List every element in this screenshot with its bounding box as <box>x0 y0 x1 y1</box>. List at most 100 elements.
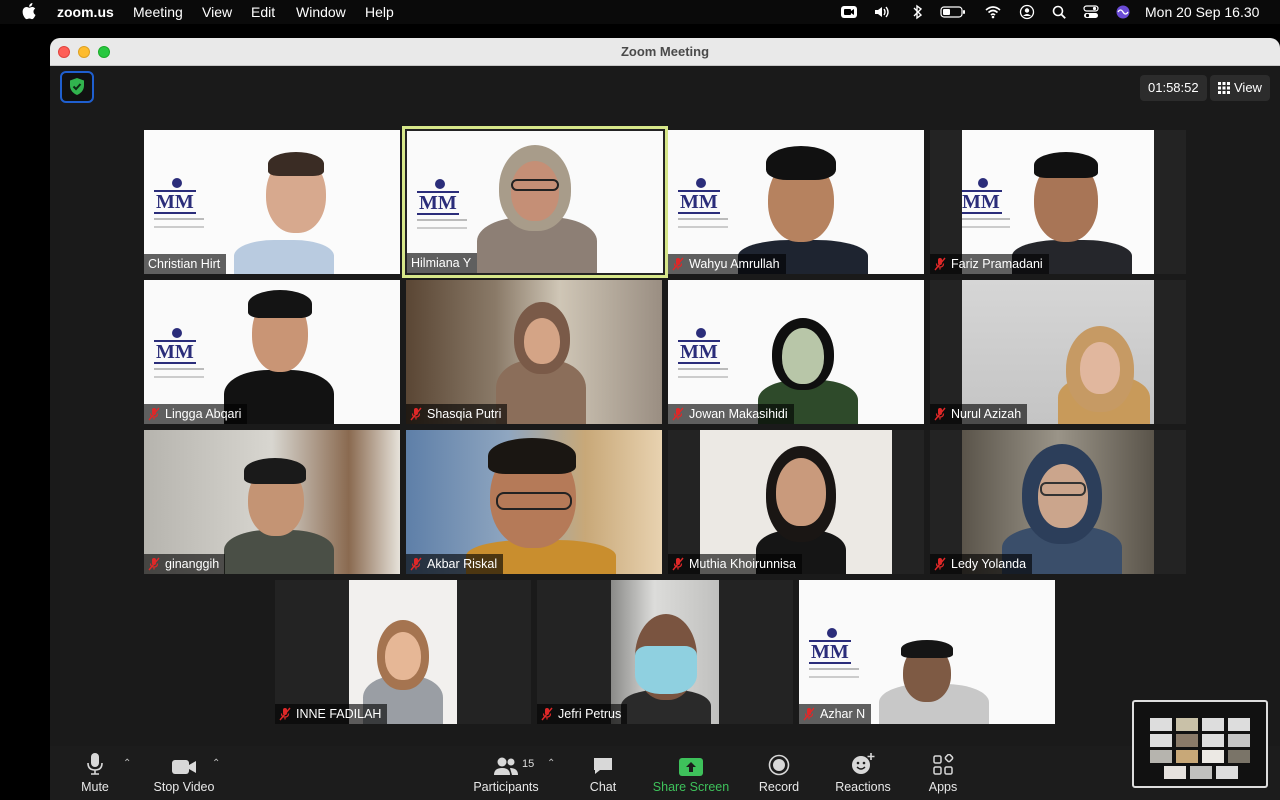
bluetooth-icon[interactable] <box>908 4 926 20</box>
video-tile-christian-hirt[interactable]: MM Christian Hirt <box>144 130 400 274</box>
audio-options-chevron-up-icon[interactable]: ⌃ <box>123 758 131 769</box>
record-label: Record <box>758 780 800 794</box>
mic-muted-icon <box>672 257 684 271</box>
participant-name-tag: Akbar Riskal <box>406 554 504 574</box>
video-tile-ginanggih[interactable]: ginanggih <box>144 430 400 574</box>
video-tile-jefri-petrus[interactable]: Jefri Petrus <box>537 580 793 724</box>
video-tile-azhar-n[interactable]: MM Azhar N <box>799 580 1055 724</box>
participant-name-tag: Christian Hirt <box>144 254 227 274</box>
mm-logo: MM <box>154 328 204 378</box>
apple-logo-icon[interactable] <box>22 2 36 20</box>
video-tile-lingga-abqari[interactable]: MM Lingga Abqari <box>144 280 400 424</box>
participant-name: Muthia Khoirunnisa <box>689 557 797 571</box>
menu-meeting[interactable]: Meeting <box>133 4 183 20</box>
volume-icon[interactable] <box>873 4 891 20</box>
participant-name: INNE FADILAH <box>296 707 382 721</box>
video-tile-wahyu-amrullah[interactable]: MM Wahyu Amrullah <box>668 130 924 274</box>
meeting-security-shield-icon[interactable] <box>60 71 94 103</box>
mute-button[interactable]: Mute <box>70 746 120 800</box>
record-icon <box>768 754 790 776</box>
control-center-icon[interactable] <box>1082 4 1100 20</box>
video-tile-fariz-pramadani[interactable]: MM Fariz Pramadani <box>930 130 1186 274</box>
video-tile-hilmiana-y[interactable]: MM Hilmiana Y <box>402 126 668 278</box>
mic-muted-icon <box>672 407 684 421</box>
video-tile-inne-fadilah[interactable]: INNE FADILAH <box>275 580 531 724</box>
video-tile-shasqia-putri[interactable]: Shasqia Putri <box>406 280 662 424</box>
participant-name-tag: Azhar N <box>799 704 872 724</box>
smiley-plus-icon <box>852 753 875 774</box>
menu-view[interactable]: View <box>202 4 232 20</box>
menu-help[interactable]: Help <box>365 4 394 20</box>
participant-name-tag: Hilmiana Y <box>407 253 478 273</box>
participant-name: Christian Hirt <box>148 257 221 271</box>
participant-name-tag: Jefri Petrus <box>537 704 628 724</box>
grid-view-icon <box>1218 82 1230 94</box>
siri-icon[interactable] <box>1114 4 1132 20</box>
share-screen-button[interactable]: Share Screen <box>650 746 732 800</box>
user-account-icon[interactable] <box>1018 4 1036 20</box>
wifi-icon[interactable] <box>984 4 1002 20</box>
share-screen-icon <box>679 758 703 776</box>
mm-logo: MM <box>154 178 204 228</box>
zoom-status-icon[interactable] <box>840 4 858 20</box>
participant-name-tag: Lingga Abqari <box>144 404 248 424</box>
zoom-meeting-window: Zoom Meeting 01:58:52 View MM Christian … <box>50 38 1280 800</box>
participant-name: Nurul Azizah <box>951 407 1022 421</box>
reactions-label: Reactions <box>835 780 891 794</box>
participant-name: Jowan Makasihidi <box>689 407 788 421</box>
window-titlebar[interactable]: Zoom Meeting <box>50 38 1280 66</box>
participant-name-tag: Wahyu Amrullah <box>668 254 786 274</box>
record-button[interactable]: Record <box>755 746 803 800</box>
mic-muted-icon <box>934 407 946 421</box>
participant-name: Hilmiana Y <box>411 256 472 270</box>
participant-name-tag: Fariz Pramadani <box>930 254 1049 274</box>
participants-label: Participants <box>473 780 539 794</box>
spotlight-search-icon[interactable] <box>1050 4 1068 20</box>
microphone-icon <box>87 753 103 775</box>
participants-icon <box>494 757 518 775</box>
apps-icon <box>933 754 954 775</box>
participant-name: ginanggih <box>165 557 220 571</box>
video-tile-ledy-yolanda[interactable]: Ledy Yolanda <box>930 430 1186 574</box>
participants-count: 15 <box>522 758 535 770</box>
view-button[interactable]: View <box>1210 75 1270 101</box>
menu-edit[interactable]: Edit <box>251 4 275 20</box>
mic-muted-icon <box>803 707 815 721</box>
mm-logo: MM <box>678 328 728 378</box>
participant-name: Fariz Pramadani <box>951 257 1043 271</box>
battery-icon[interactable] <box>940 4 966 20</box>
participant-name-tag: Ledy Yolanda <box>930 554 1033 574</box>
video-tile-akbar-riskal[interactable]: Akbar Riskal <box>406 430 662 574</box>
active-app-name[interactable]: zoom.us <box>57 4 114 20</box>
stop-video-button[interactable]: Stop Video <box>145 746 223 800</box>
reactions-button[interactable]: Reactions <box>830 746 896 800</box>
participant-name: Lingga Abqari <box>165 407 242 421</box>
apps-button[interactable]: Apps <box>922 746 964 800</box>
menubar-clock[interactable]: Mon 20 Sep 16.30 <box>1145 4 1259 20</box>
mm-logo: MM <box>809 628 859 678</box>
mic-muted-icon <box>148 407 160 421</box>
participants-options-chevron-up-icon[interactable]: ⌃ <box>547 758 555 769</box>
menu-window[interactable]: Window <box>296 4 346 20</box>
chat-bubble-icon <box>594 758 612 774</box>
video-options-chevron-up-icon[interactable]: ⌃ <box>212 758 220 769</box>
mic-muted-icon <box>934 557 946 571</box>
participant-name-tag: Nurul Azizah <box>930 404 1028 424</box>
video-gallery: 01:58:52 View MM Christian Hirt MM Hilmi… <box>50 66 1280 746</box>
participant-name-tag: INNE FADILAH <box>275 704 388 724</box>
video-tile-nurul-azizah[interactable]: Nurul Azizah <box>930 280 1186 424</box>
video-tile-muthia-khoirunnisa[interactable]: Muthia Khoirunnisa <box>668 430 924 574</box>
participant-name-tag: Shasqia Putri <box>406 404 508 424</box>
meeting-timer: 01:58:52 <box>1140 75 1207 101</box>
chat-button[interactable]: Chat <box>582 746 624 800</box>
participant-name: Shasqia Putri <box>427 407 502 421</box>
participant-name-tag: Muthia Khoirunnisa <box>668 554 803 574</box>
participants-button[interactable]: Participants <box>470 746 542 800</box>
macos-menu-bar: zoom.us Meeting View Edit Window Help Mo… <box>0 0 1280 24</box>
participant-name: Akbar Riskal <box>427 557 498 571</box>
window-title: Zoom Meeting <box>620 44 710 59</box>
screenshot-thumbnail-preview[interactable] <box>1132 700 1268 788</box>
mic-muted-icon <box>541 707 553 721</box>
share-screen-label: Share Screen <box>652 780 730 794</box>
video-tile-jowan-makasihidi[interactable]: MM Jowan Makasihidi <box>668 280 924 424</box>
